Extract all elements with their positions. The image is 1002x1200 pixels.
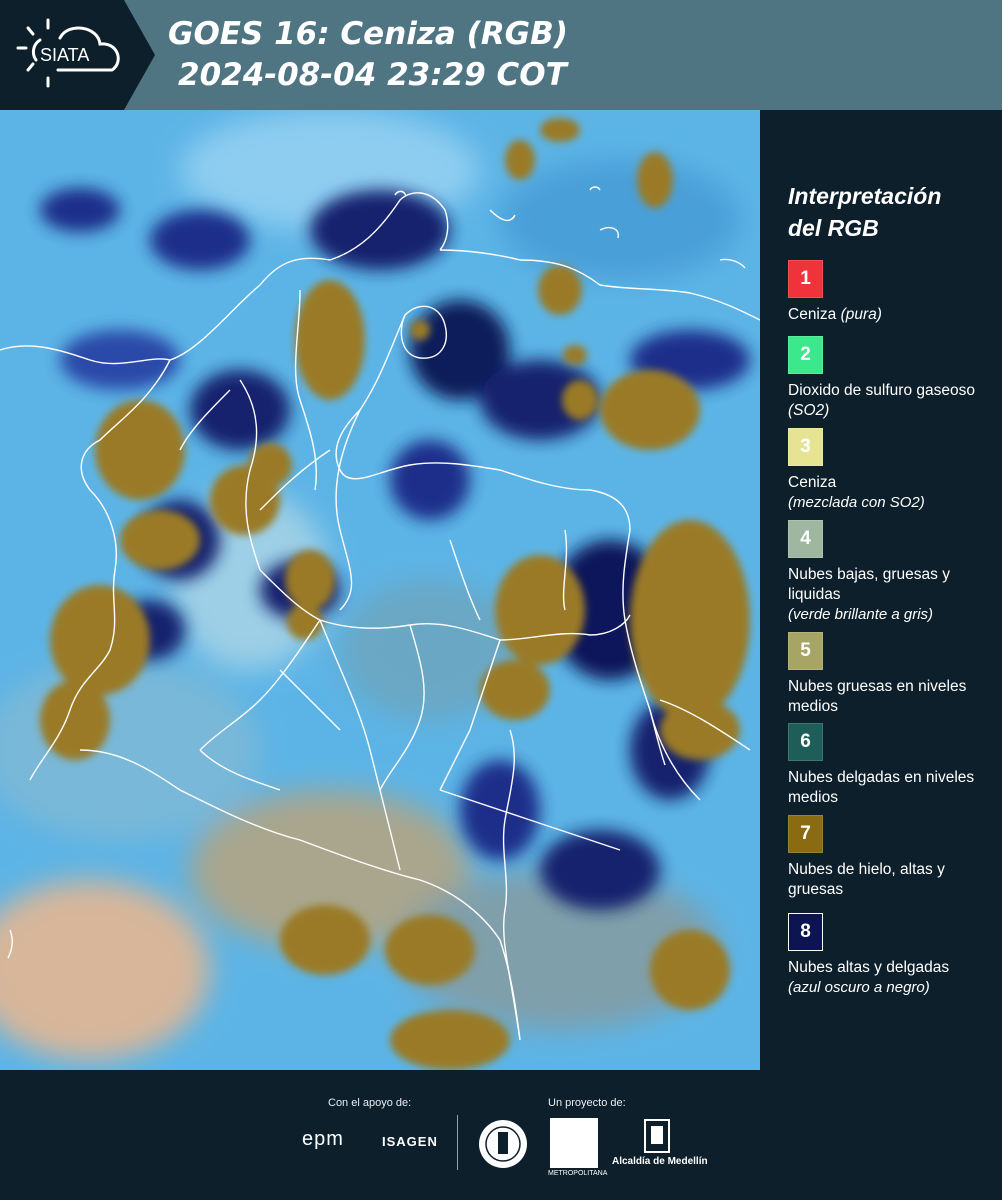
legend-item-2: 2 Dioxido de sulfuro gaseoso (SO2) [788, 336, 1000, 421]
legend-label: Nubes bajas, gruesas y liquidas [788, 566, 950, 603]
legend-item-8: 8 Nubes altas y delgadas (azul oscuro a … [788, 913, 1000, 998]
legend-swatch: 1 [788, 260, 823, 298]
alcaldia-logo: Alcaldía de Medellín [612, 1156, 708, 1167]
legend-label: Nubes delgadas en niveles medios [788, 769, 975, 806]
legend-item-6: 6 Nubes delgadas en niveles medios [788, 723, 1000, 808]
legend-item-3: 3 Ceniza (mezclada con SO2) [788, 428, 1000, 513]
legend-title: Interpretación del RGB [788, 183, 942, 241]
footer: Con el apoyo de: Un proyecto de: epm ISA… [0, 1070, 1002, 1200]
legend-swatch: 3 [788, 428, 823, 466]
medellin-shield-icon [644, 1119, 670, 1153]
legend-label: Ceniza [788, 474, 837, 491]
siata-logo: SIATA [0, 0, 158, 110]
title-datetime: 2024-08-04 23:29 COT [178, 57, 567, 93]
satellite-map [0, 110, 760, 1070]
legend-sub: (pura) [840, 306, 882, 323]
legend-item-7: 7 Nubes de hielo, altas y gruesas [788, 815, 1000, 900]
header: SIATA GOES 16: Ceniza (RGB) 2024-08-04 2… [0, 0, 1002, 110]
legend-swatch: 4 [788, 520, 823, 558]
page-title: GOES 16: Ceniza (RGB) 2024-08-04 23:29 C… [168, 14, 568, 96]
legend-swatch: 8 [788, 913, 823, 951]
university-seal-icon [479, 1120, 527, 1168]
legend-sub: (verde brillante a gris) [788, 606, 934, 623]
legend-swatch: 7 [788, 815, 823, 853]
legend-sub: (mezclada con SO2) [788, 494, 925, 511]
legend-swatch: 6 [788, 723, 823, 761]
legend-swatch: 5 [788, 632, 823, 670]
legend-sub: (SO2) [788, 402, 830, 419]
legend-label: Dioxido de sulfuro gaseoso [788, 382, 975, 399]
legend-swatch: 2 [788, 336, 823, 374]
legend-label: Ceniza [788, 306, 837, 323]
legend-sub: (azul oscuro a negro) [788, 979, 930, 996]
area-metropolitana-text: METROPOLITANA [548, 1170, 608, 1177]
logo-text: SIATA [40, 45, 89, 65]
legend-panel: Interpretación del RGB 1 Ceniza (pura) 2… [760, 110, 1002, 1070]
project-label: Un proyecto de: [548, 1097, 626, 1109]
legend-item-1: 1 Ceniza (pura) [788, 260, 1000, 325]
legend-label: Nubes altas y delgadas [788, 959, 950, 976]
legend-item-5: 5 Nubes gruesas en niveles medios [788, 632, 1000, 717]
title-product: GOES 16: Ceniza (RGB) [168, 16, 568, 52]
legend-label: Nubes de hielo, altas y gruesas [788, 861, 945, 898]
epm-logo: epm [302, 1128, 344, 1150]
footer-divider [457, 1115, 458, 1170]
legend-item-4: 4 Nubes bajas, gruesas y liquidas (verde… [788, 520, 1000, 625]
support-label: Con el apoyo de: [328, 1097, 412, 1109]
legend-label: Nubes gruesas en niveles medios [788, 678, 967, 715]
isagen-logo: ISAGEN [382, 1134, 438, 1149]
area-metropolitana-logo [550, 1118, 598, 1168]
